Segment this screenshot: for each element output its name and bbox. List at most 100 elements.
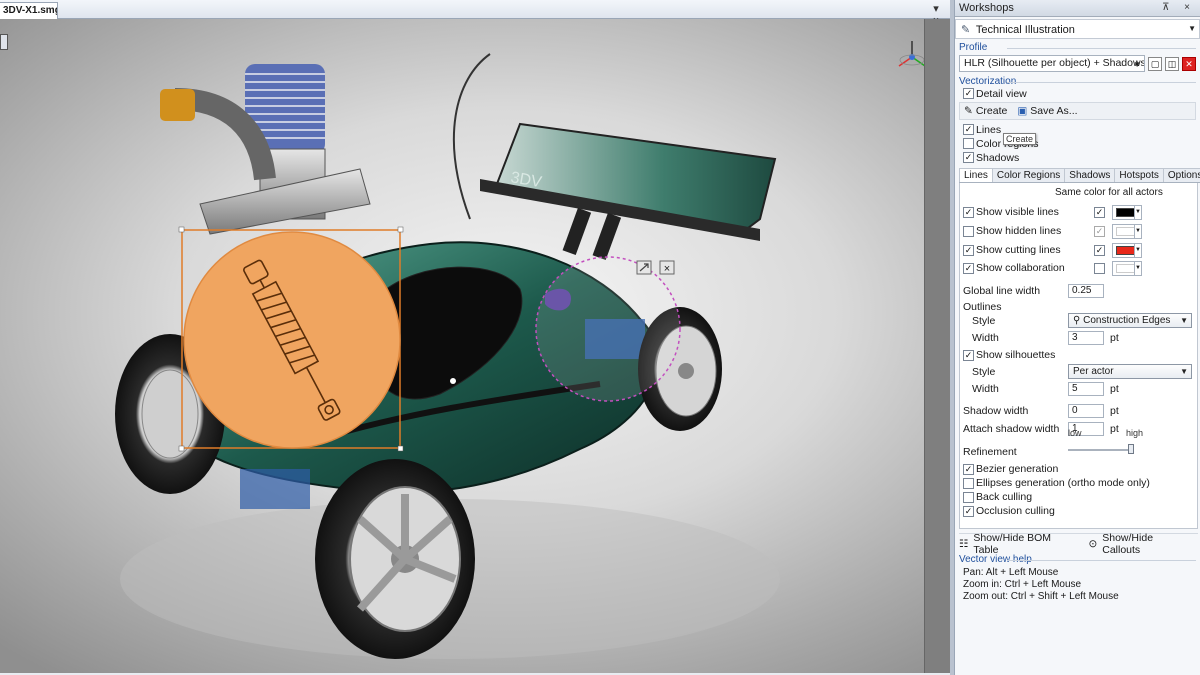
- refinement-label: Refinement: [963, 446, 1017, 458]
- occlusion-culling-checkbox[interactable]: ✓: [963, 505, 974, 517]
- new-profile-icon[interactable]: ▢: [1148, 56, 1162, 71]
- shadows-checkbox-row[interactable]: ✓ Shadows: [963, 151, 1200, 164]
- create-button[interactable]: ✎ Create: [964, 105, 1007, 117]
- tab-options[interactable]: Options: [1162, 168, 1200, 182]
- attach-shadow-width-label: Attach shadow width: [963, 423, 1060, 435]
- vector-view-help-label: Vector view help: [959, 554, 1200, 565]
- tab-lines[interactable]: Lines: [959, 168, 993, 182]
- viewport-scrollbar[interactable]: [924, 19, 950, 673]
- 3d-viewport[interactable]: 3DV ×: [0, 19, 924, 673]
- shadows-label: Shadows: [976, 151, 1020, 164]
- cutting-line-swatch: [1116, 246, 1135, 255]
- refinement-low-label: low: [1068, 428, 1082, 438]
- detail-view-checkbox-row[interactable]: ✓ Detail view: [963, 87, 1200, 100]
- silhouette-style-value: Per actor: [1073, 366, 1114, 377]
- visible-line-color-picker[interactable]: ▼: [1112, 205, 1142, 220]
- hidden-lines-same-color-checkbox[interactable]: ✓: [1094, 226, 1105, 237]
- tab-color-regions[interactable]: Color Regions: [991, 168, 1066, 182]
- workshop-name: Technical Illustration: [975, 24, 1075, 36]
- callout-controls: ×: [636, 260, 675, 275]
- outline-style-value: Construction Edges: [1083, 315, 1171, 326]
- profile-dropdown[interactable]: HLR (Silhouette per object) + Shadows [2…: [959, 55, 1145, 72]
- show-hidden-lines-checkbox[interactable]: [963, 225, 974, 237]
- detail-view-magnifier[interactable]: [535, 256, 681, 402]
- show-visible-lines-row[interactable]: ✓ Show visible lines: [963, 206, 1059, 218]
- collaboration-same-color-checkbox[interactable]: [1094, 263, 1105, 274]
- silhouette-width-input[interactable]: 5: [1068, 382, 1104, 396]
- chevron-down-icon: ▼: [1133, 60, 1141, 69]
- detail-view-label: Detail view: [976, 87, 1027, 100]
- cutting-lines-same-color-checkbox[interactable]: ✓: [1094, 245, 1105, 256]
- show-cutting-lines-row[interactable]: ✓ Show cutting lines: [963, 244, 1061, 256]
- profile-section-label: Profile: [959, 42, 1200, 53]
- attach-shadow-width-unit: pt: [1110, 423, 1119, 435]
- bezier-generation-checkbox[interactable]: ✓: [963, 463, 974, 475]
- vectorization-section-label: Vectorization: [959, 76, 1200, 87]
- color-regions-checkbox-row[interactable]: Color regions: [963, 137, 1200, 150]
- ellipses-generation-row[interactable]: Ellipses generation (ortho mode only): [963, 477, 1150, 489]
- pen-icon: ✎: [961, 24, 971, 36]
- outline-width-input[interactable]: 3: [1068, 331, 1104, 345]
- silhouette-width-label: Width: [972, 383, 999, 395]
- show-hide-bom-button[interactable]: ☷ Show/Hide BOM Table: [959, 532, 1074, 556]
- back-culling-row[interactable]: Back culling: [963, 491, 1032, 503]
- show-collaboration-row[interactable]: ✓ Show collaboration: [963, 262, 1065, 274]
- lines-tab-body: Same color for all actors ✓ Show visible…: [959, 183, 1198, 529]
- outlines-label: Outlines: [963, 301, 1002, 313]
- chevron-down-icon: ▼: [1188, 24, 1196, 33]
- ellipses-generation-checkbox[interactable]: [963, 477, 974, 489]
- close-document-icon[interactable]: ▾ ×: [930, 3, 942, 27]
- show-hidden-lines-row[interactable]: Show hidden lines: [963, 225, 1061, 237]
- pin-icon: ⚲: [1073, 315, 1081, 326]
- app-window: 3DV-X1.smg ▾ ×: [0, 0, 1200, 675]
- occlusion-culling-row[interactable]: ✓ Occlusion culling: [963, 505, 1055, 517]
- refinement-slider-track[interactable]: [1068, 449, 1134, 451]
- show-cutting-lines-checkbox[interactable]: ✓: [963, 244, 974, 256]
- rear-wing: 3DV: [480, 122, 777, 261]
- floppy-disk-icon: ▣: [1017, 105, 1028, 117]
- save-as-button[interactable]: ▣ Save As...: [1017, 105, 1077, 117]
- silhouette-style-dropdown[interactable]: Per actor ▼: [1068, 364, 1192, 379]
- save-profile-icon[interactable]: ◫: [1165, 56, 1179, 71]
- lines-checkbox[interactable]: ✓: [963, 124, 974, 135]
- show-silhouettes-checkbox[interactable]: ✓: [963, 349, 974, 361]
- profile-value: HLR (Silhouette per object) + Shadows [2…: [964, 57, 1145, 69]
- workshop-selector[interactable]: ✎ Technical Illustration ▼: [955, 19, 1200, 39]
- refinement-slider-thumb[interactable]: [1127, 444, 1134, 454]
- color-regions-checkbox[interactable]: [963, 138, 974, 149]
- lines-checkbox-row[interactable]: ✓ Lines: [963, 123, 1200, 136]
- global-line-width-input[interactable]: 0.25: [1068, 284, 1104, 298]
- profile-row: HLR (Silhouette per object) + Shadows [2…: [959, 55, 1196, 72]
- lines-label: Lines: [976, 123, 1002, 136]
- show-hide-callouts-button[interactable]: ⊙ Show/Hide Callouts: [1088, 532, 1190, 556]
- shadow-width-label: Shadow width: [963, 405, 1029, 417]
- tab-shadows[interactable]: Shadows: [1064, 168, 1116, 182]
- callout-icon: ⊙: [1088, 537, 1098, 550]
- cutting-line-color-picker[interactable]: ▼: [1112, 243, 1142, 258]
- tab-hotspots[interactable]: Hotspots: [1114, 168, 1164, 182]
- delete-profile-icon[interactable]: ✕: [1182, 56, 1196, 71]
- shadow-width-input[interactable]: 0: [1068, 404, 1104, 418]
- show-silhouettes-row[interactable]: ✓ Show silhouettes: [963, 349, 1055, 361]
- detail-view-checkbox[interactable]: ✓: [963, 88, 974, 99]
- bezier-generation-row[interactable]: ✓ Bezier generation: [963, 463, 1058, 475]
- back-culling-checkbox[interactable]: [963, 491, 974, 503]
- panel-header: Workshops ⊼ ×: [955, 0, 1200, 17]
- shadows-checkbox[interactable]: ✓: [963, 152, 974, 163]
- hidden-line-color-picker[interactable]: ▼: [1112, 224, 1142, 239]
- collaboration-swatch: [1116, 264, 1135, 273]
- outline-style-dropdown[interactable]: ⚲ Construction Edges ▼: [1068, 313, 1192, 328]
- document-tab[interactable]: 3DV-X1.smg: [0, 2, 58, 19]
- panel-pin-close-icons[interactable]: ⊼ ×: [1162, 2, 1196, 13]
- pen-icon: ✎: [964, 105, 973, 117]
- show-collaboration-checkbox[interactable]: ✓: [963, 262, 974, 274]
- anchor-point[interactable]: [450, 378, 456, 384]
- visible-lines-same-color-checkbox[interactable]: ✓: [1094, 207, 1105, 218]
- axis-gizmo-icon[interactable]: [898, 41, 924, 67]
- document-tab-bar: 3DV-X1.smg ▾ ×: [0, 0, 950, 27]
- help-zoom-out: Zoom out: Ctrl + Shift + Left Mouse: [963, 591, 1119, 602]
- collaboration-color-picker[interactable]: ▼: [1112, 261, 1142, 276]
- bom-toolbar: ☷ Show/Hide BOM Table ⊙ Show/Hide Callouts: [959, 532, 1198, 556]
- show-visible-lines-checkbox[interactable]: ✓: [963, 206, 974, 218]
- rear-suspension: [240, 469, 310, 509]
